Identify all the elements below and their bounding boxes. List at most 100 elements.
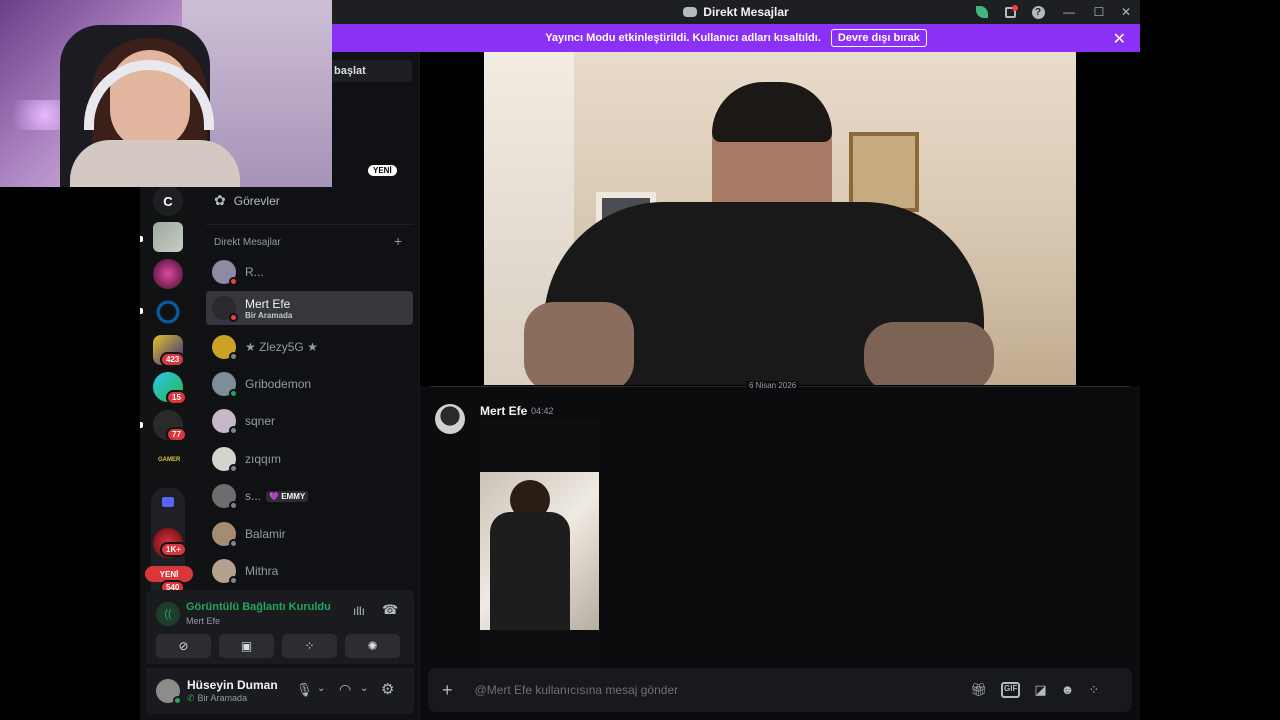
dm-item[interactable]: ★ Zlezy5G ★	[206, 330, 413, 364]
avatar	[212, 559, 238, 585]
dm-item[interactable]: Balamir	[206, 517, 413, 551]
voice-channel[interactable]: Mert Efe	[186, 616, 220, 626]
voice-connection-panel: (( Görüntülü Bağlantı Kuruldu Mert Efe ı…	[146, 590, 414, 664]
dm-item[interactable]: Mithra	[206, 554, 413, 588]
message-composer: + @Mert Efe kullanıcısına mesaj gönder 🎁…	[428, 668, 1132, 712]
dm-name: zıqqım	[245, 452, 282, 466]
avatar	[212, 409, 238, 435]
avatar	[212, 447, 238, 473]
gif-icon[interactable]: GIF	[1001, 682, 1021, 698]
banner-text: Yayıncı Modu etkinleştirildi. Kullanıcı …	[545, 32, 821, 44]
apps-icon[interactable]: ⁘	[1088, 682, 1099, 698]
dm-name: sqner	[245, 414, 276, 428]
dm-name: ★ Zlezy5G ★	[245, 340, 318, 354]
soundboard-button[interactable]: ✺	[345, 634, 400, 658]
message-input[interactable]: @Mert Efe kullanıcısına mesaj gönder	[475, 683, 945, 697]
status-indicator	[229, 277, 238, 286]
create-dm-icon[interactable]: +	[394, 233, 402, 249]
avatar	[212, 372, 238, 398]
dm-item[interactable]: s... 💜 EMMY	[206, 479, 413, 513]
chevron-down-icon[interactable]: ⌄	[360, 683, 368, 694]
signal-icon: ((	[156, 602, 180, 626]
settings-gear-icon[interactable]: ⚙	[381, 680, 394, 698]
phone-icon: ✆	[187, 693, 195, 703]
status-indicator	[229, 426, 238, 435]
close-banner-icon[interactable]: ✕	[1113, 29, 1126, 49]
dm-item[interactable]: zıqqım	[206, 442, 413, 476]
mention-badge: 77	[166, 427, 187, 442]
dm-name: s...	[245, 489, 262, 503]
quests-item[interactable]: ✿ Görevler	[214, 192, 280, 209]
nitro-leaf-icon[interactable]	[968, 0, 996, 24]
minimize-icon[interactable]: —	[1052, 0, 1086, 24]
help-icon[interactable]: ?	[1024, 0, 1052, 24]
date-divider: 6 Nisan 2026	[746, 381, 800, 390]
dm-name: Mithra	[245, 564, 279, 578]
folder-glyph-icon	[162, 497, 174, 507]
attachment-thumbnail[interactable]	[480, 472, 599, 630]
disconnect-icon[interactable]: ☎	[382, 602, 398, 618]
inbox-icon[interactable]	[996, 0, 1024, 24]
avatar[interactable]	[435, 404, 465, 434]
status-indicator	[229, 352, 238, 361]
user-panel: Hüseyin Duman ✆ Bir Aramada 🎙︎ ⌄ ◠ ⌄ ⚙	[146, 668, 414, 714]
avatar[interactable]	[156, 679, 182, 705]
server-icon[interactable]	[153, 259, 183, 289]
quests-label: Görevler	[233, 193, 280, 208]
mention-badge: 423	[160, 352, 186, 367]
avatar	[212, 484, 238, 510]
server-icon[interactable]	[153, 297, 183, 327]
activities-button[interactable]: ⁘	[282, 634, 337, 658]
camera-off-button[interactable]: ⊘	[156, 634, 211, 658]
clan-tag: 💜 EMMY	[266, 490, 309, 502]
status-indicator	[229, 464, 238, 473]
server-icon[interactable]	[153, 222, 183, 252]
status-indicator	[229, 313, 238, 322]
close-window-icon[interactable]: ✕	[1112, 0, 1140, 24]
avatar	[212, 335, 238, 361]
microphone-icon[interactable]: 🎙︎	[296, 682, 313, 698]
headphones-icon[interactable]: ◠	[339, 681, 351, 698]
dm-item[interactable]: Gribodemon	[206, 367, 413, 401]
add-attachment-icon[interactable]: +	[442, 680, 453, 701]
window-title: Direkt Mesajlar	[703, 5, 789, 19]
gamer-server-label[interactable]: GAMER	[158, 457, 180, 463]
title-bar: Direkt Mesajlar ? — ☐ ✕	[332, 0, 1140, 24]
dm-item[interactable]: sqner	[206, 404, 413, 438]
disable-streamer-mode-button[interactable]: Devre dışı bırak	[830, 29, 927, 47]
status-indicator	[229, 539, 238, 548]
new-badge: YENİ	[368, 165, 397, 176]
sticker-icon[interactable]: ◪	[1034, 682, 1046, 698]
quests-icon: ✿	[214, 192, 226, 208]
dm-item[interactable]: Mert Efe Bir Aramada	[206, 291, 413, 325]
message-author[interactable]: Mert Efe	[480, 404, 527, 418]
dm-status-text: Bir Aramada	[245, 310, 293, 320]
maximize-icon[interactable]: ☐	[1086, 0, 1112, 24]
dm-name: Balamir	[245, 527, 286, 541]
dm-name: Gribodemon	[245, 377, 312, 391]
status-indicator	[229, 501, 238, 510]
dm-name: Mert Efe	[245, 296, 291, 311]
voice-status[interactable]: Görüntülü Bağlantı Kuruldu	[186, 601, 331, 613]
video-attachment[interactable]	[480, 420, 599, 666]
home-button[interactable]: C	[153, 186, 183, 216]
chevron-down-icon[interactable]: ⌄	[317, 683, 325, 694]
dm-header: Direkt Mesajlar	[214, 237, 281, 248]
mention-badge: 15	[166, 390, 187, 405]
gift-icon[interactable]: 🎁︎	[971, 682, 988, 698]
username[interactable]: Hüseyin Duman	[187, 678, 278, 692]
dm-name: R...	[245, 265, 264, 279]
emoji-icon[interactable]: ☻	[1061, 682, 1075, 698]
status-indicator	[229, 576, 238, 585]
streamer-mode-banner: Yayıncı Modu etkinleştirildi. Kullanıcı …	[332, 24, 1140, 52]
avatar	[212, 296, 238, 322]
user-status: ✆ Bir Aramada	[187, 693, 247, 704]
video-call-feed[interactable]	[484, 52, 1076, 385]
user-status-text: Bir Aramada	[197, 693, 248, 703]
voice-activity-icon[interactable]: ıllı	[353, 604, 365, 618]
share-screen-button[interactable]: ▣	[219, 634, 274, 658]
search-input[interactable]: başlat	[328, 60, 412, 82]
avatar	[212, 522, 238, 548]
message-timestamp: 04:42	[531, 406, 554, 416]
dm-item[interactable]: R...	[206, 255, 413, 289]
